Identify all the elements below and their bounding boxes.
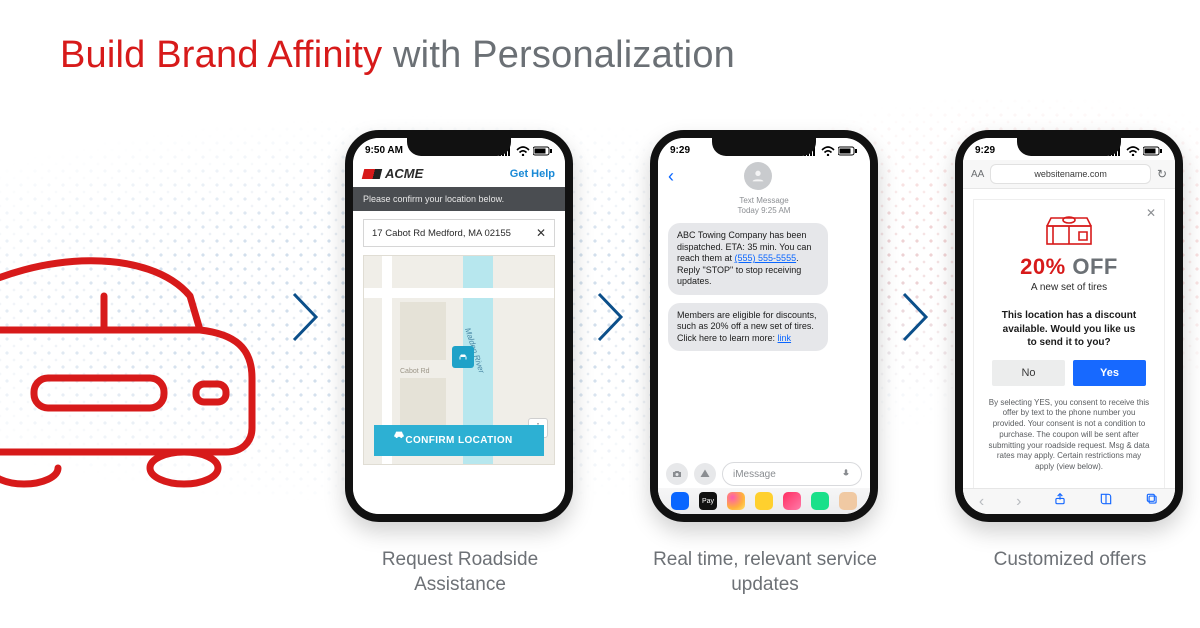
safari-toolbar: ‹ › (963, 488, 1175, 514)
back-button[interactable]: ‹ (668, 166, 674, 187)
phone-roadside: 9:50 AM ACME Get Help Please confirm you… (345, 130, 573, 522)
thread-meta: Text Message Today 9:25 AM (658, 196, 870, 215)
battery-icon (838, 146, 858, 156)
phone-link[interactable]: (555) 555-5555 (735, 253, 797, 263)
status-time: 9:29 (975, 145, 995, 156)
caption-phone2: Real time, relevant service updates (650, 548, 880, 597)
contact-avatar-icon[interactable] (744, 162, 772, 190)
wifi-icon (516, 146, 530, 156)
caption-phone1: Request Roadside Assistance (345, 548, 575, 597)
offer-percent: 20% (1020, 254, 1066, 279)
offer-title: 20% OFF (984, 254, 1154, 280)
marketing-slide: { "headline": { "red": "Build Brand Affi… (0, 0, 1200, 628)
car-illustration (0, 210, 300, 510)
camera-icon[interactable] (666, 463, 688, 485)
instruction-banner: Please confirm your location below. (353, 187, 565, 211)
compose-bar: iMessage (658, 462, 870, 486)
status-time: 9:29 (670, 145, 690, 156)
wifi-icon (821, 146, 835, 156)
car-icon (392, 427, 406, 444)
appstore-icon[interactable] (694, 463, 716, 485)
brand-logo: ACME (363, 166, 423, 181)
dock-app-3[interactable] (727, 492, 745, 510)
bookmarks-icon[interactable] (1099, 492, 1113, 511)
map-view[interactable]: Cabot Rd Malden River CONFIRM LOCATION (363, 255, 555, 465)
app-dock: Pay (658, 488, 870, 514)
url-text: websitename.com (1034, 169, 1107, 179)
yes-button[interactable]: Yes (1073, 360, 1146, 386)
storefront-icon (984, 214, 1154, 248)
no-button[interactable]: No (992, 360, 1065, 386)
wifi-icon (1126, 146, 1140, 156)
url-bar[interactable]: websitename.com (990, 164, 1151, 184)
thread-time: Today 9:25 AM (658, 206, 870, 216)
confirm-location-label: CONFIRM LOCATION (405, 435, 512, 446)
phone-messages: 9:29 ‹ Text Message Today 9:25 AM ABC (650, 130, 878, 522)
status-time: 9:50 AM (365, 145, 403, 156)
tabs-icon[interactable] (1145, 492, 1159, 511)
brand-name: ACME (385, 166, 423, 181)
dock-app-4[interactable] (755, 492, 773, 510)
dock-app-pay[interactable]: Pay (699, 492, 717, 510)
message-bubble-1: ABC Towing Company has been dispatched. … (668, 223, 828, 295)
dock-app-1[interactable] (671, 492, 689, 510)
headline-emphasis: Build Brand Affinity (60, 34, 382, 76)
offer-subtitle: A new set of tires (984, 282, 1154, 293)
headline-rest: with Personalization (382, 34, 735, 76)
dock-app-5[interactable] (783, 492, 801, 510)
legal-text: By selecting YES, you consent to receive… (984, 398, 1154, 474)
offer-off: OFF (1066, 254, 1118, 279)
flow-arrow-1 (290, 290, 320, 344)
address-input[interactable]: 17 Cabot Rd Medford, MA 02155 ✕ (363, 219, 555, 247)
text-size-button[interactable]: AA (971, 169, 984, 180)
mic-icon[interactable] (841, 467, 851, 482)
clear-icon[interactable]: ✕ (536, 226, 546, 240)
battery-icon (533, 146, 553, 156)
address-value: 17 Cabot Rd Medford, MA 02155 (372, 228, 511, 239)
dock-app-6[interactable] (811, 492, 829, 510)
share-icon[interactable] (1053, 492, 1067, 511)
message-input[interactable]: iMessage (722, 462, 862, 486)
thread-type: Text Message (658, 196, 870, 206)
offer-link[interactable]: link (778, 333, 792, 343)
get-help-link[interactable]: Get Help (510, 168, 555, 180)
flow-arrow-2 (595, 290, 625, 344)
road-label: Cabot Rd (400, 368, 430, 375)
confirm-location-button[interactable]: CONFIRM LOCATION (374, 425, 544, 456)
offer-question: This location has a discount available. … (998, 309, 1140, 350)
dock-app-7[interactable] (839, 492, 857, 510)
caption-phone3: Customized offers (955, 548, 1185, 573)
battery-icon (1143, 146, 1163, 156)
close-icon[interactable]: ✕ (1146, 206, 1156, 220)
message-bubble-2: Members are eligible for discounts, such… (668, 303, 828, 352)
offer-card: ✕ 20% OFF A new set of tires This locati… (973, 199, 1165, 495)
refresh-icon[interactable]: ↻ (1157, 167, 1167, 181)
headline: Build Brand Affinity with Personalizatio… (60, 34, 735, 77)
back-icon[interactable]: ‹ (979, 493, 984, 511)
phone-offer: 9:29 AA websitename.com ↻ ✕ (955, 130, 1183, 522)
map-pin-icon[interactable] (452, 346, 474, 368)
forward-icon[interactable]: › (1016, 493, 1021, 511)
brand-mark-icon (362, 169, 382, 179)
message-placeholder: iMessage (733, 469, 776, 480)
flow-arrow-3 (900, 290, 930, 344)
